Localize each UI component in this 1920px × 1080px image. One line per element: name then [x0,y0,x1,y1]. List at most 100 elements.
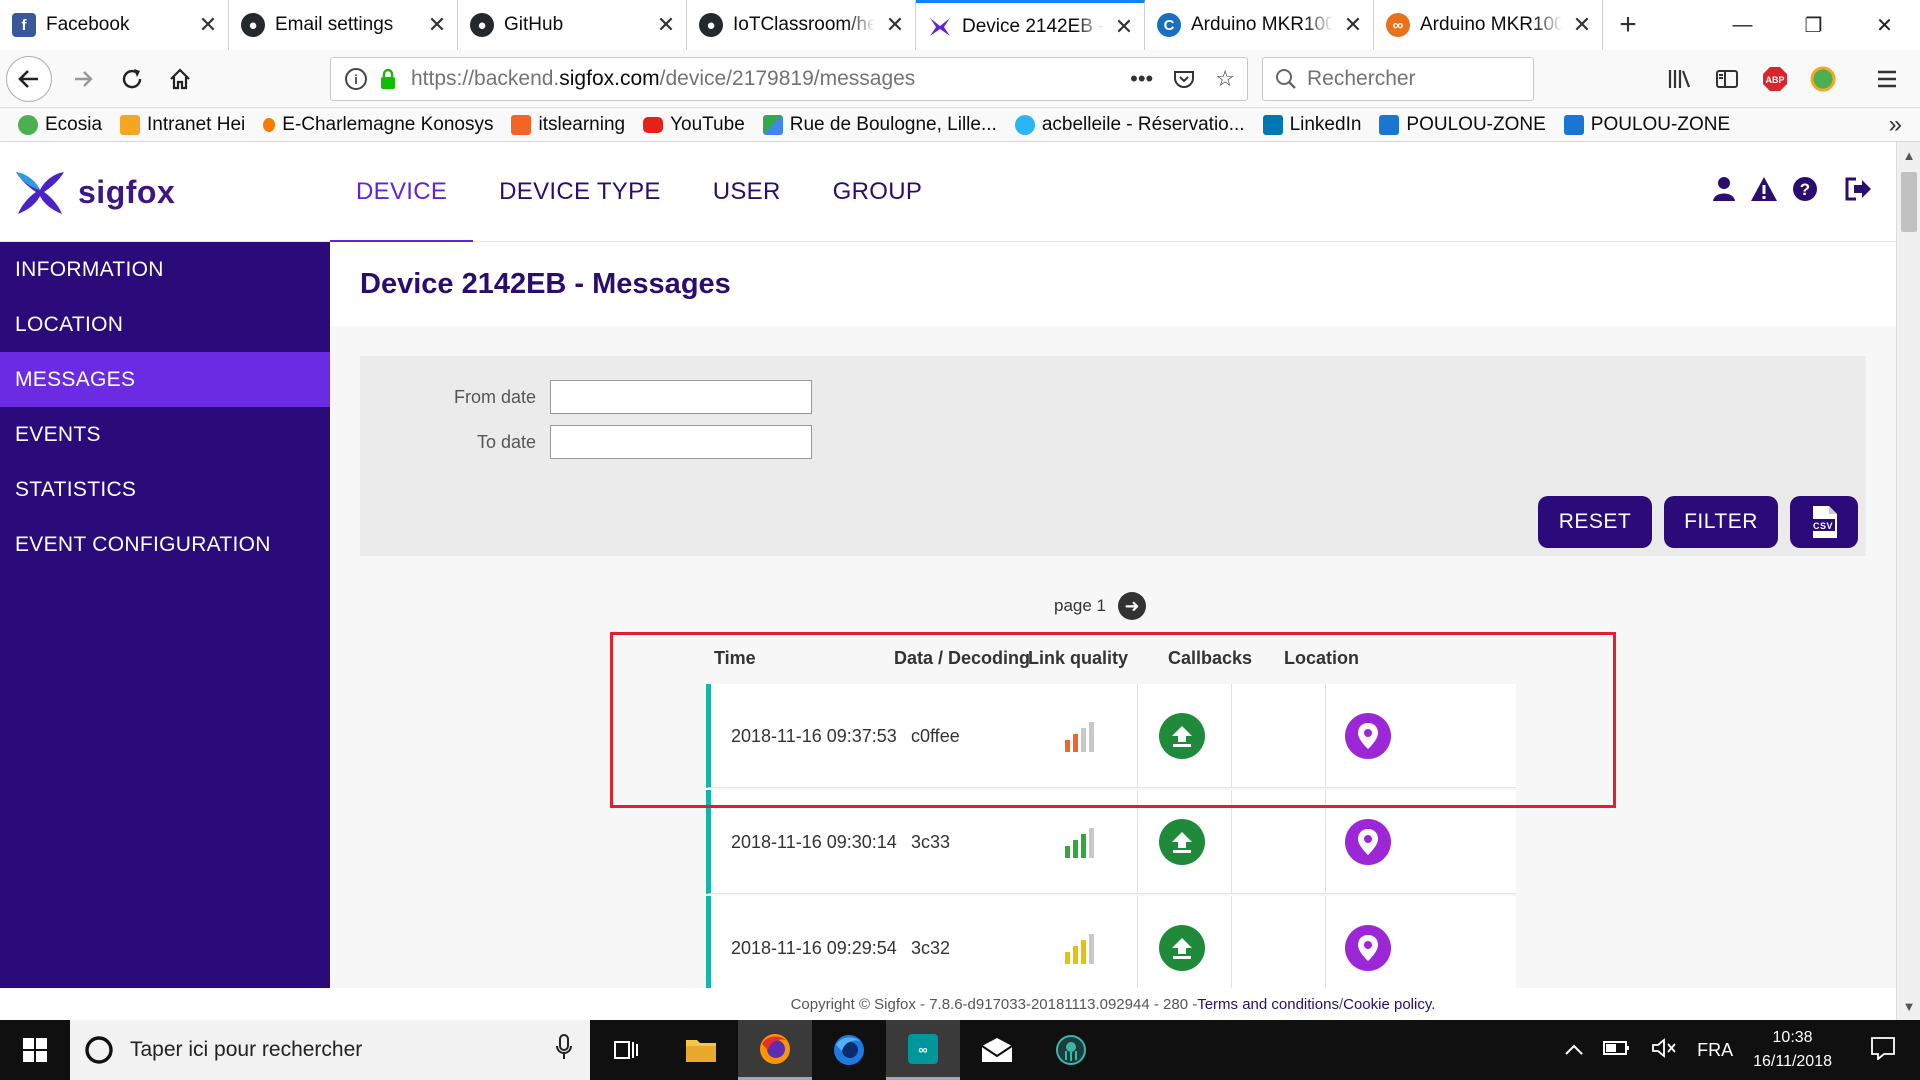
more-actions-icon[interactable]: ••• [1130,66,1153,92]
reload-button[interactable] [108,55,156,103]
sidebar-item-location[interactable]: LOCATION [0,297,330,352]
nav-device-type[interactable]: DEVICE TYPE [473,142,687,242]
battery-icon[interactable] [1603,1040,1631,1061]
arduino-ide-button[interactable]: ∞ [886,1020,960,1080]
browser-tab[interactable]: ● Email settings ✕ [229,0,458,50]
restore-button[interactable]: ❐ [1778,0,1849,50]
bookmark-poulou-zone-1[interactable]: POULOU-ZONE [1379,114,1546,136]
browser-tab-active[interactable]: Device 2142EB - M ✕ [916,0,1145,50]
callback-button[interactable] [1159,684,1205,788]
taskbar-search-input[interactable]: Taper ici pour rechercher [70,1020,590,1080]
page-scrollbar[interactable]: ▲ ▼ [1896,142,1920,1020]
bookmark-star-icon[interactable]: ☆ [1215,66,1235,92]
browser-tab[interactable]: C Arduino MKR1000 ✕ [1145,0,1374,50]
close-tab-icon[interactable]: ✕ [1562,12,1602,38]
sigfox-logo[interactable]: sigfox [14,168,175,216]
bookmark-poulou-zone-2[interactable]: POULOU-ZONE [1563,114,1730,136]
minimize-button[interactable]: — [1707,0,1778,50]
url-bar[interactable]: i https://backend.sigfox.com/device/2179… [330,57,1248,101]
table-row[interactable]: 2018-11-16 09:29:54 3c32 [706,896,1516,1000]
col-data[interactable]: Data / Decoding [894,648,1030,669]
chevron-up-icon[interactable] [1565,1040,1583,1061]
forward-button[interactable] [60,55,108,103]
menu-icon[interactable] [1870,62,1904,96]
user-icon[interactable] [1712,176,1736,202]
filter-button[interactable]: FILTER [1664,496,1778,548]
microphone-icon[interactable] [556,1034,572,1066]
cookie-policy-link[interactable]: Cookie policy. [1343,996,1435,1013]
bookmark-intranet[interactable]: Intranet Hei [120,114,245,136]
from-date-input[interactable] [550,380,812,414]
pocket-icon[interactable] [1173,68,1195,90]
sidebar-item-events[interactable]: EVENTS [0,407,330,462]
col-location[interactable]: Location [1284,648,1359,669]
extension-globe-icon[interactable] [1806,62,1840,96]
close-tab-icon[interactable]: ✕ [1104,14,1144,40]
table-row[interactable]: 2018-11-16 09:37:53 c0ffee [706,684,1516,788]
volume-muted-icon[interactable] [1651,1037,1677,1064]
app-gitkraken-button[interactable] [1034,1020,1108,1080]
firefox-button[interactable] [738,1020,812,1080]
nav-device[interactable]: DEVICE [330,142,474,243]
close-window-button[interactable]: ✕ [1849,0,1920,50]
bookmark-itslearning[interactable]: itslearning [511,114,625,136]
csv-export-button[interactable]: CSV [1790,496,1858,548]
library-icon[interactable] [1662,62,1696,96]
task-view-button[interactable] [590,1020,664,1080]
home-button[interactable] [156,55,204,103]
browser-tab[interactable]: ● GitHub ✕ [458,0,687,50]
location-button[interactable] [1345,684,1391,788]
next-page-arrow-icon[interactable]: ➜ [1118,592,1146,620]
table-row[interactable]: 2018-11-16 09:30:14 3c33 [706,790,1516,894]
sidebar-item-statistics[interactable]: STATISTICS [0,462,330,517]
firefox-dev-button[interactable] [812,1020,886,1080]
sidebar-item-messages[interactable]: MESSAGES [0,352,330,407]
col-time[interactable]: Time [714,648,756,669]
chevron-double-right-icon[interactable]: » [1889,111,1902,139]
browser-tab[interactable]: f Facebook ✕ [0,0,229,50]
file-explorer-button[interactable] [664,1020,738,1080]
search-input[interactable]: Rechercher [1262,57,1534,101]
info-icon[interactable]: i [345,68,367,90]
help-icon[interactable]: ? [1792,176,1818,202]
sidebar-item-information[interactable]: INFORMATION [0,242,330,297]
bookmark-acbelleile[interactable]: acbelleile - Réservatio... [1014,114,1245,136]
language-indicator[interactable]: FRA [1697,1040,1733,1061]
close-tab-icon[interactable]: ✕ [875,12,915,38]
mail-button[interactable] [960,1020,1034,1080]
close-tab-icon[interactable]: ✕ [188,12,228,38]
browser-tab[interactable]: ● IoTClassroom/hei ✕ [687,0,916,50]
clock[interactable]: 10:38 16/11/2018 [1753,1026,1832,1074]
scroll-down-icon[interactable]: ▼ [1897,999,1920,1014]
close-tab-icon[interactable]: ✕ [417,12,457,38]
bookmark-konosys[interactable]: E-Charlemagne Konosys [263,114,493,136]
bookmark-maps[interactable]: Rue de Boulogne, Lille... [762,114,997,136]
nav-group[interactable]: GROUP [807,142,949,242]
sidebar-item-event-configuration[interactable]: EVENT CONFIGURATION [0,517,330,572]
bookmark-youtube[interactable]: YouTube [643,114,745,136]
bookmark-linkedin[interactable]: LinkedIn [1262,114,1361,136]
bookmark-ecosia[interactable]: Ecosia [18,114,102,136]
location-button[interactable] [1345,790,1391,894]
scrollbar-thumb[interactable] [1901,172,1917,232]
to-date-input[interactable] [550,425,812,459]
back-button[interactable] [6,55,52,102]
nav-user[interactable]: USER [687,142,807,242]
col-link-quality[interactable]: Link quality [1028,648,1128,669]
logout-icon[interactable] [1844,176,1872,202]
adblock-icon[interactable]: ABP [1758,62,1792,96]
start-button[interactable] [0,1020,70,1080]
col-callbacks[interactable]: Callbacks [1168,648,1252,669]
callback-button[interactable] [1159,790,1205,894]
new-tab-button[interactable]: + [1603,0,1653,50]
terms-link[interactable]: Terms and conditions [1197,996,1339,1013]
warning-icon[interactable] [1750,176,1778,202]
close-tab-icon[interactable]: ✕ [1333,12,1373,38]
reset-button[interactable]: RESET [1538,496,1652,548]
sidebar-icon[interactable] [1710,62,1744,96]
location-button[interactable] [1345,896,1391,1000]
notifications-icon[interactable] [1870,1036,1896,1065]
browser-tab[interactable]: ∞ Arduino MKR1000 ✕ [1374,0,1603,50]
close-tab-icon[interactable]: ✕ [646,12,686,38]
callback-button[interactable] [1159,896,1205,1000]
